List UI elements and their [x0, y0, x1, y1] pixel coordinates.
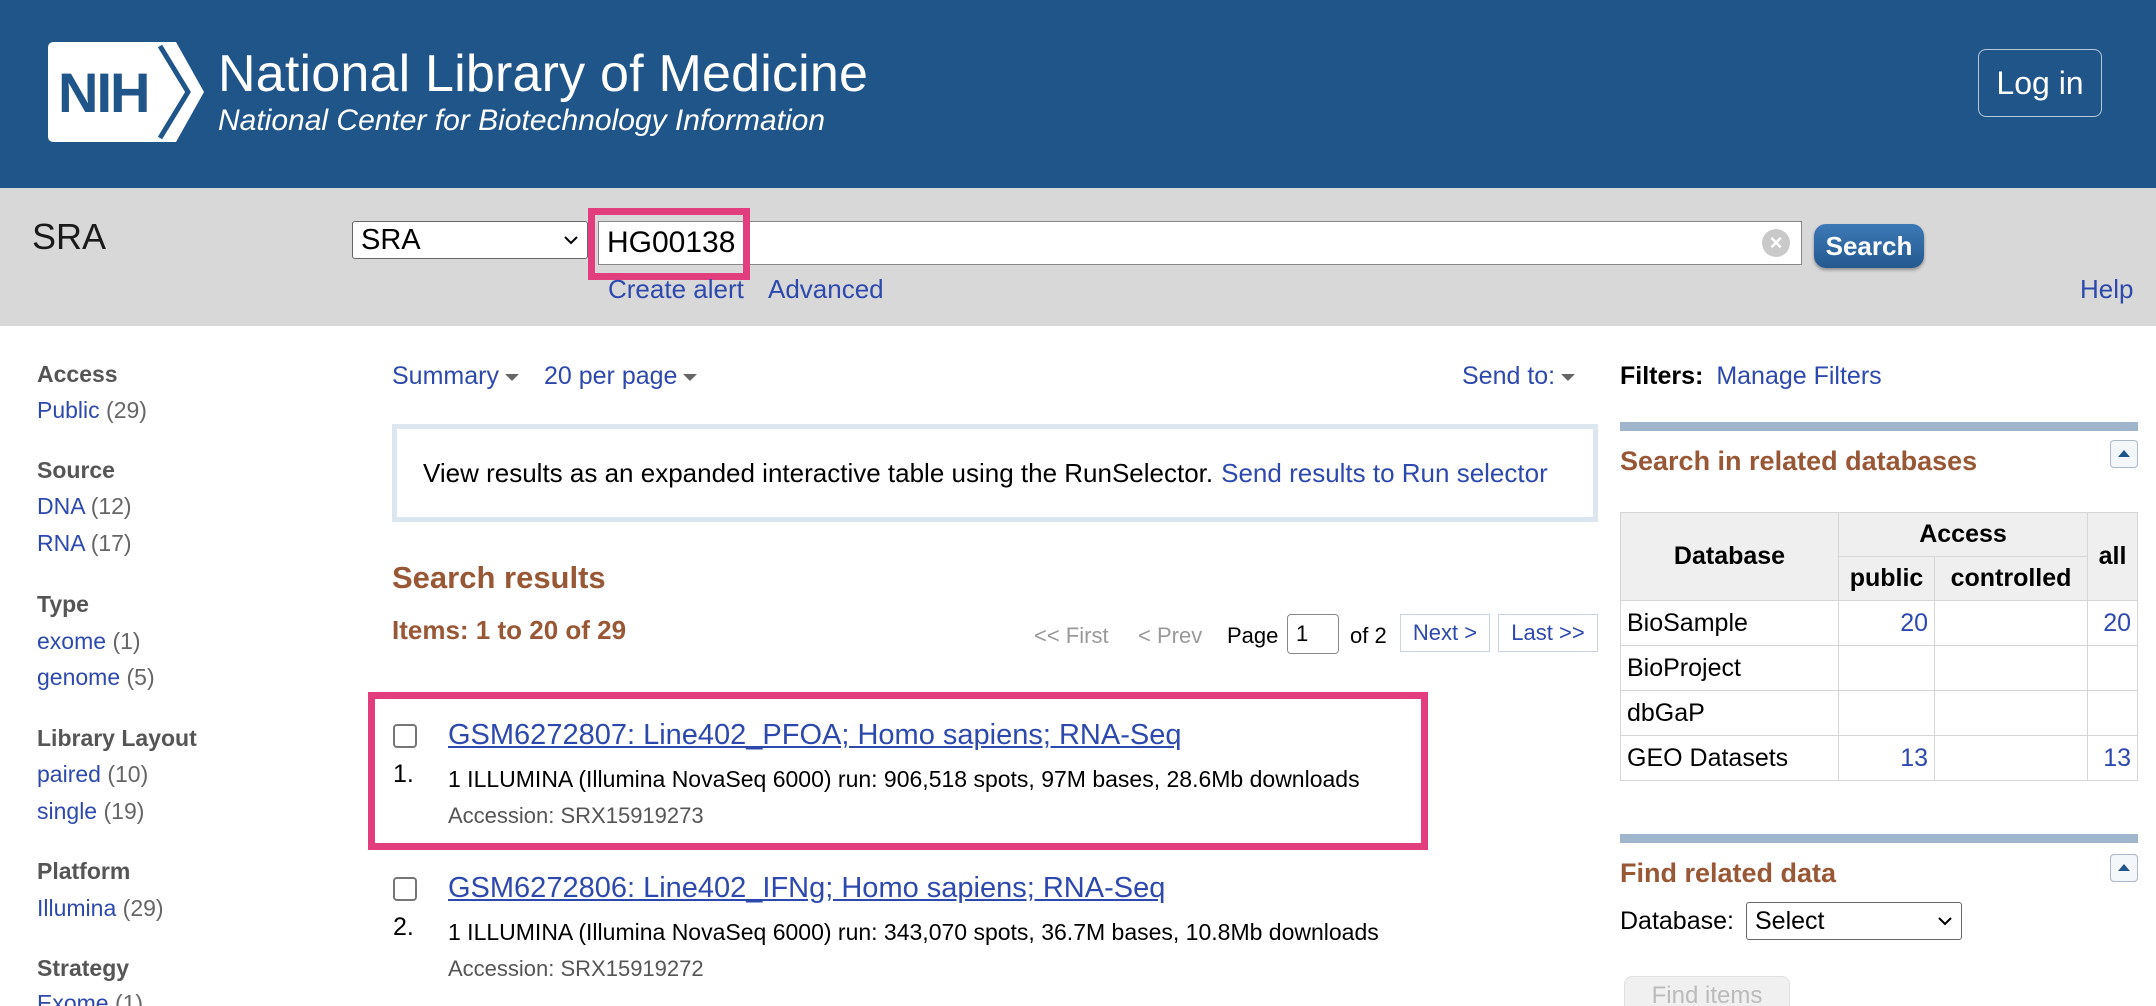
related-database-select[interactable]: Select	[1746, 902, 1962, 940]
page-number-input[interactable]: 1	[1287, 614, 1339, 654]
row-database: BioSample	[1620, 600, 1839, 646]
controlled-count	[1934, 735, 2088, 781]
help-link[interactable]: Help	[2080, 274, 2133, 305]
controlled-count	[1934, 690, 2088, 736]
find-items-button[interactable]: Find items	[1624, 976, 1790, 1006]
pager-page-label: Page	[1227, 623, 1279, 648]
result-number: 2.	[393, 913, 414, 941]
caret-down-icon	[1561, 373, 1576, 381]
controlled-count	[1934, 600, 2088, 646]
send-to-run-selector-link[interactable]: Send results to Run selector	[1221, 458, 1548, 489]
all-count	[2087, 690, 2138, 736]
pager-next-button[interactable]: Next >	[1400, 614, 1490, 652]
facet-item-public[interactable]: Public (29)	[37, 397, 147, 424]
result-checkbox[interactable]	[393, 877, 417, 901]
clear-icon[interactable]: ×	[1762, 229, 1790, 257]
result-description: 1 ILLUMINA (Illumina NovaSeq 6000) run: …	[448, 766, 1360, 792]
database-label: Database:	[1620, 907, 1734, 935]
facet-heading-strategy: Strategy	[37, 955, 130, 981]
runselector-banner: View results as an expanded interactive …	[392, 424, 1598, 522]
all-count-link[interactable]: 13	[2103, 744, 2131, 772]
result-title-link[interactable]: GSM6272807: Line402_PFOA; Homo sapiens; …	[448, 719, 1181, 752]
public-count	[1838, 645, 1935, 691]
manage-filters-link[interactable]: Manage Filters	[1716, 362, 1881, 390]
col-all: all	[2087, 512, 2138, 601]
facet-item-rna[interactable]: RNA (17)	[37, 530, 132, 557]
create-alert-link[interactable]: Create alert	[608, 274, 744, 305]
row-database: BioProject	[1620, 645, 1839, 691]
caret-down-icon	[504, 373, 519, 381]
site-title[interactable]: National Library of Medicine	[218, 44, 868, 104]
controlled-count	[1934, 645, 2088, 691]
items-count: Items: 1 to 20 of 29	[392, 615, 627, 645]
table-row: BioProject	[1620, 645, 2138, 691]
facet-item-exome-strategy[interactable]: Exome (1)	[37, 990, 143, 1006]
facet-item-illumina[interactable]: Illumina (29)	[37, 895, 164, 922]
chevron-down-icon	[564, 236, 578, 245]
per-page-dropdown[interactable]: 20 per page	[544, 362, 698, 391]
col-controlled: controlled	[1934, 556, 2088, 601]
format-dropdown[interactable]: Summary	[392, 362, 519, 391]
public-count-link[interactable]: 20	[1900, 609, 1928, 637]
search-input[interactable]: HG00138	[598, 221, 1802, 265]
site-subtitle[interactable]: National Center for Biotechnology Inform…	[218, 104, 825, 138]
all-count-link[interactable]: 20	[2103, 609, 2131, 637]
collapse-icon[interactable]	[2110, 854, 2138, 882]
table-row: GEO Datasets 13 13	[1620, 735, 2138, 781]
result-description: 1 ILLUMINA (Illumina NovaSeq 6000) run: …	[448, 919, 1379, 945]
pager-last-button[interactable]: Last >>	[1498, 614, 1598, 652]
send-to-dropdown[interactable]: Send to:	[1462, 362, 1576, 391]
table-row: BioSample 20 20	[1620, 600, 2138, 646]
related-database-select-value: Select	[1755, 906, 1825, 935]
result-checkbox[interactable]	[393, 724, 417, 748]
facet-heading-platform: Platform	[37, 858, 131, 884]
table-row: dbGaP	[1620, 690, 2138, 736]
advanced-search-link[interactable]: Advanced	[768, 274, 884, 305]
logo-text: NIH	[58, 61, 148, 124]
row-database: dbGaP	[1620, 690, 1839, 736]
facet-item-paired[interactable]: paired (10)	[37, 761, 148, 788]
pager-of-label: of 2	[1350, 623, 1387, 648]
search-term-highlight	[588, 208, 750, 280]
facet-heading-library-layout: Library Layout	[37, 725, 197, 751]
col-database: Database	[1620, 512, 1839, 601]
related-databases-table: Database Access all public controlled Bi…	[1620, 512, 2138, 781]
database-name: SRA	[32, 216, 107, 257]
result-accession: Accession: SRX15919272	[448, 956, 704, 981]
runselector-text: View results as an expanded interactive …	[423, 457, 1214, 488]
facet-item-genome[interactable]: genome (5)	[37, 664, 155, 691]
caret-down-icon	[683, 373, 698, 381]
facet-item-dna[interactable]: DNA (12)	[37, 493, 132, 520]
facet-heading-type: Type	[37, 591, 89, 617]
login-button[interactable]: Log in	[1978, 49, 2102, 117]
all-count	[2087, 645, 2138, 691]
row-database: GEO Datasets	[1620, 735, 1839, 781]
results-heading: Search results	[392, 560, 606, 595]
facet-heading-source: Source	[37, 457, 115, 483]
filters-label: Filters:	[1620, 362, 1704, 390]
result-number: 1.	[393, 760, 414, 788]
filters-row: Filters: Manage Filters	[1620, 362, 1882, 391]
pager-prev: < Prev	[1138, 623, 1203, 648]
search-button[interactable]: Search	[1814, 224, 1924, 268]
database-select[interactable]: SRA	[352, 221, 588, 259]
facet-item-single[interactable]: single (19)	[37, 798, 144, 825]
public-count	[1838, 690, 1935, 736]
collapse-icon[interactable]	[2110, 440, 2138, 468]
portlet-divider	[1620, 834, 2138, 843]
col-public: public	[1838, 556, 1935, 601]
chevron-down-icon	[1938, 917, 1952, 926]
facet-heading-access: Access	[37, 361, 118, 387]
result-accession: Accession: SRX15919273	[448, 803, 704, 828]
pager-first: << First	[1034, 623, 1109, 648]
facet-item-exome[interactable]: exome (1)	[37, 628, 141, 655]
portlet-divider	[1620, 422, 2138, 431]
col-access: Access	[1838, 512, 2088, 557]
database-select-value: SRA	[361, 223, 421, 256]
public-count-link[interactable]: 13	[1900, 744, 1928, 772]
nih-logo-icon[interactable]: NIH	[48, 42, 204, 142]
find-related-heading[interactable]: Find related data	[1620, 858, 1836, 889]
result-title-link[interactable]: GSM6272806: Line402_IFNg; Homo sapiens; …	[448, 872, 1165, 905]
related-databases-heading[interactable]: Search in related databases	[1620, 446, 1977, 477]
